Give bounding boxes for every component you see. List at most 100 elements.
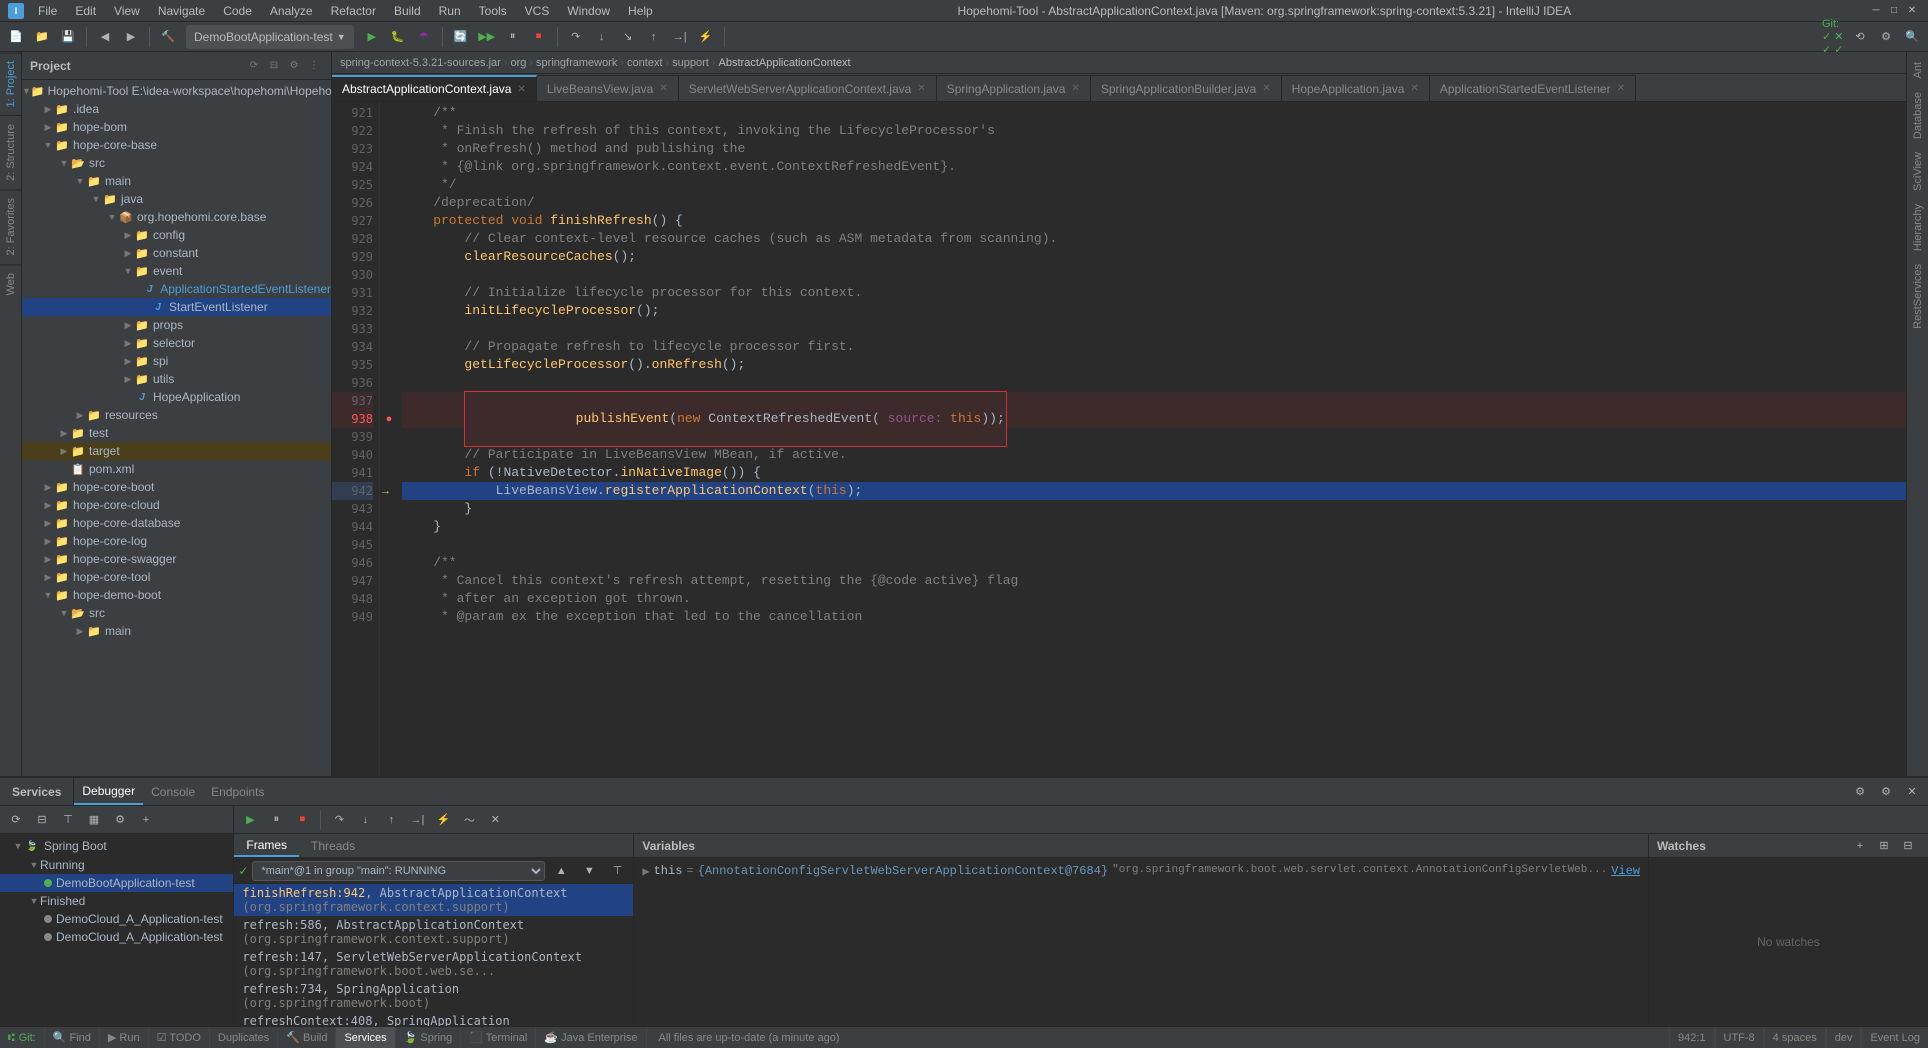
toolbar-settings[interactable]: ⚙ — [1874, 25, 1898, 49]
status-java-enterprise[interactable]: ☕ Java Enterprise — [536, 1027, 646, 1048]
status-duplicates[interactable]: Duplicates — [210, 1027, 278, 1048]
toolbar-step-into[interactable]: ↓ — [590, 25, 614, 49]
menu-code[interactable]: Code — [215, 2, 260, 20]
close-button[interactable]: ✕ — [1904, 3, 1920, 19]
toolbar-new-button[interactable]: 📄 — [4, 25, 28, 49]
menu-vcs[interactable]: VCS — [517, 2, 558, 20]
tree-item-utils[interactable]: ▶ 📁 utils — [22, 370, 331, 388]
var-view-link[interactable]: View — [1611, 864, 1640, 878]
debug-eval[interactable]: ⚡ — [431, 808, 455, 832]
breadcrumb-active[interactable]: AbstractApplicationContext — [719, 57, 851, 69]
sidebar-tab-project[interactable]: 1: Project — [0, 52, 21, 115]
right-tab-hierarchy[interactable]: Hierarchy — [1908, 198, 1928, 257]
toolbar-eval[interactable]: ⚡ — [694, 25, 718, 49]
minimize-button[interactable]: ─ — [1868, 3, 1884, 19]
tree-item-props[interactable]: ▶ 📁 props — [22, 316, 331, 334]
tab-close-6[interactable]: ✕ — [1617, 83, 1625, 94]
toolbar-step-smart[interactable]: ↘ — [616, 25, 640, 49]
sidebar-tab-structure[interactable]: 2: Structure — [0, 115, 21, 189]
debug-run-cursor[interactable]: →| — [405, 808, 429, 832]
tree-item-hope-core-swagger[interactable]: ▶ 📁 hope-core-swagger — [22, 550, 331, 568]
debug-step-into[interactable]: ↓ — [353, 808, 377, 832]
breadcrumb-item-5[interactable]: support — [672, 57, 709, 69]
endpoints-tab[interactable]: Endpoints — [203, 778, 272, 805]
svc-filter-button[interactable]: ⊤ — [56, 808, 80, 832]
tab-spring-application[interactable]: SpringApplication.java ✕ — [937, 75, 1091, 101]
tree-item-hope-core-boot[interactable]: ▶ 📁 hope-core-boot — [22, 478, 331, 496]
debug-button[interactable]: 🐛 — [386, 25, 410, 49]
toolbar-step-over[interactable]: ↷ — [564, 25, 588, 49]
debug-step-over[interactable]: ↷ — [327, 808, 351, 832]
svc-group-button[interactable]: ▦ — [82, 808, 106, 832]
tab-close-3[interactable]: ✕ — [1071, 83, 1079, 94]
menu-window[interactable]: Window — [559, 2, 618, 20]
breadcrumb-item-1[interactable]: spring-context-5.3.21-sources.jar — [340, 57, 501, 69]
svc-demo-cloud-a-1[interactable]: DemoCloud_A_Application-test — [0, 910, 233, 928]
toolbar-resume-button[interactable]: ▶▶ — [475, 25, 499, 49]
thread-down-button[interactable]: ▼ — [577, 859, 601, 883]
right-tab-database[interactable]: Database — [1908, 86, 1928, 145]
tree-item-demo-main[interactable]: ▶ 📁 main — [22, 622, 331, 640]
tab-hope-application[interactable]: HopeApplication.java ✕ — [1282, 75, 1430, 101]
tree-item-package[interactable]: ▼ 📦 org.hopehomi.core.base — [22, 208, 331, 226]
toolbar-build-button[interactable]: 🔨 — [156, 25, 180, 49]
menu-build[interactable]: Build — [386, 2, 429, 20]
breadcrumb-item-4[interactable]: context — [627, 57, 662, 69]
breadcrumb-item-3[interactable]: springframework — [536, 57, 617, 69]
debug-stream[interactable]: 〜 — [457, 808, 481, 832]
status-indent[interactable]: 4 spaces — [1764, 1027, 1826, 1048]
menu-view[interactable]: View — [106, 2, 148, 20]
bottom-settings-button[interactable]: ⚙ — [1848, 780, 1872, 804]
tree-item-hope-core-cloud[interactable]: ▶ 📁 hope-core-cloud — [22, 496, 331, 514]
frame-2[interactable]: refresh:147, ServletWebServerApplication… — [234, 948, 633, 980]
tab-close-0[interactable]: ✕ — [517, 84, 525, 95]
tree-item-src[interactable]: ▼ 📂 src — [22, 154, 331, 172]
status-find[interactable]: 🔍 Find — [45, 1027, 100, 1048]
tab-live-beans-view[interactable]: LiveBeansView.java ✕ — [537, 75, 679, 101]
debug-pause[interactable]: ⏸ — [264, 808, 288, 832]
right-tab-ant[interactable]: Ant — [1908, 56, 1928, 85]
tab-close-1[interactable]: ✕ — [659, 83, 667, 94]
tree-item-config[interactable]: ▶ 📁 config — [22, 226, 331, 244]
svc-demo-boot-app[interactable]: DemoBootApplication-test — [0, 874, 233, 892]
tree-item-resources[interactable]: ▶ 📁 resources — [22, 406, 331, 424]
thread-dropdown[interactable]: *main*@1 in group "main": RUNNING — [252, 861, 545, 881]
right-tab-restservices[interactable]: RestServices — [1908, 258, 1928, 335]
tree-item-spi[interactable]: ▶ 📁 spi — [22, 352, 331, 370]
project-sync-button[interactable]: ⟳ — [245, 57, 263, 75]
debug-step-out[interactable]: ↑ — [379, 808, 403, 832]
toolbar-forward-button[interactable]: ▶ — [119, 25, 143, 49]
toolbar-stop-button[interactable]: ⏹ — [527, 25, 551, 49]
tree-item-hope-core-database[interactable]: ▶ 📁 hope-core-database — [22, 514, 331, 532]
thread-filter-button[interactable]: ⊤ — [605, 859, 629, 883]
tree-item-event[interactable]: ▼ 📁 event — [22, 262, 331, 280]
var-expand-icon[interactable]: ▶ — [642, 864, 649, 879]
threads-tab[interactable]: Threads — [299, 834, 367, 857]
tree-item-hope-core-base[interactable]: ▼ 📁 hope-core-base — [22, 136, 331, 154]
tab-close-2[interactable]: ✕ — [917, 83, 925, 94]
menu-help[interactable]: Help — [620, 2, 661, 20]
toolbar-search[interactable]: 🔍 — [1900, 25, 1924, 49]
var-this[interactable]: ▶ this = {AnnotationConfigServletWebServ… — [638, 862, 1644, 881]
tree-item-main[interactable]: ▼ 📁 main — [22, 172, 331, 190]
tab-abstract-app-context[interactable]: AbstractApplicationContext.java ✕ — [332, 75, 537, 101]
code-content[interactable]: /** * Finish the refresh of this context… — [398, 102, 1906, 776]
status-build[interactable]: 🔨 Build — [278, 1027, 336, 1048]
watches-collapse-button[interactable]: ⊟ — [1896, 834, 1920, 858]
status-spring[interactable]: 🍃 Spring — [396, 1027, 462, 1048]
debug-clear[interactable]: ✕ — [483, 808, 507, 832]
status-terminal[interactable]: ⬛ Terminal — [461, 1027, 536, 1048]
tab-spring-app-builder[interactable]: SpringApplicationBuilder.java ✕ — [1091, 75, 1282, 101]
tree-item-selector[interactable]: ▶ 📁 selector — [22, 334, 331, 352]
status-position[interactable]: 942:1 — [1669, 1027, 1715, 1048]
tree-item-hope-core-log[interactable]: ▶ 📁 hope-core-log — [22, 532, 331, 550]
frame-0[interactable]: finishRefresh:942, AbstractApplicationCo… — [234, 884, 633, 916]
menu-run[interactable]: Run — [431, 2, 469, 20]
toolbar-open-button[interactable]: 📁 — [30, 25, 54, 49]
toolbar-save-button[interactable]: 💾 — [56, 25, 80, 49]
status-run[interactable]: ▶ Run — [100, 1027, 149, 1048]
tree-item-constant[interactable]: ▶ 📁 constant — [22, 244, 331, 262]
menu-tools[interactable]: Tools — [471, 2, 515, 20]
project-gear-button[interactable]: ⋮ — [305, 57, 323, 75]
status-services[interactable]: Services — [336, 1027, 395, 1048]
